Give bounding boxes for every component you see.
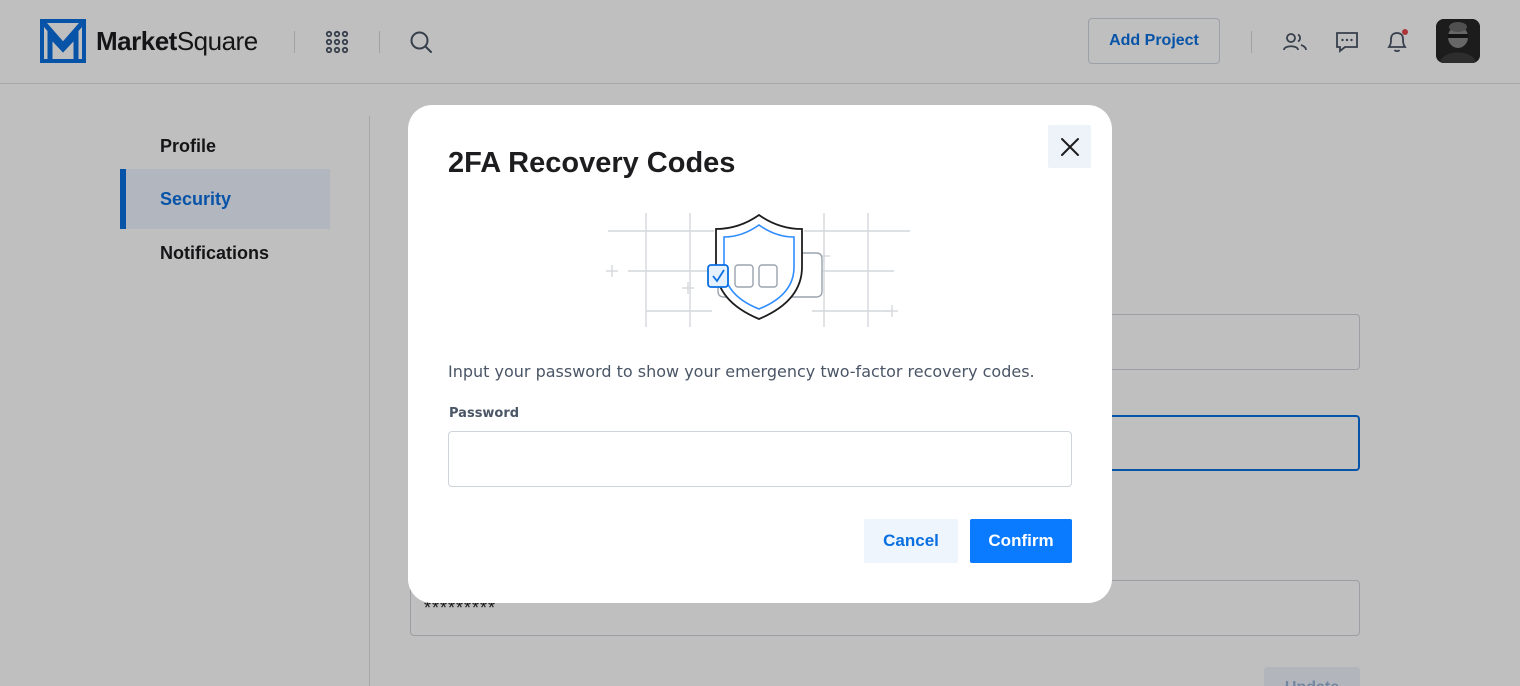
- password-label: Password: [449, 406, 520, 421]
- close-button[interactable]: [1048, 125, 1091, 168]
- modal-description: Input your password to show your emergen…: [448, 362, 1035, 381]
- close-icon: [1060, 137, 1079, 156]
- shield-illustration: [604, 209, 914, 338]
- confirm-button[interactable]: Confirm: [970, 519, 1072, 563]
- recovery-codes-modal: 2FA Recovery Codes Input your password t…: [408, 105, 1112, 603]
- cancel-button[interactable]: Cancel: [864, 519, 958, 563]
- modal-title: 2FA Recovery Codes: [448, 147, 736, 179]
- password-field[interactable]: [448, 431, 1072, 487]
- shield-icon: [606, 213, 910, 327]
